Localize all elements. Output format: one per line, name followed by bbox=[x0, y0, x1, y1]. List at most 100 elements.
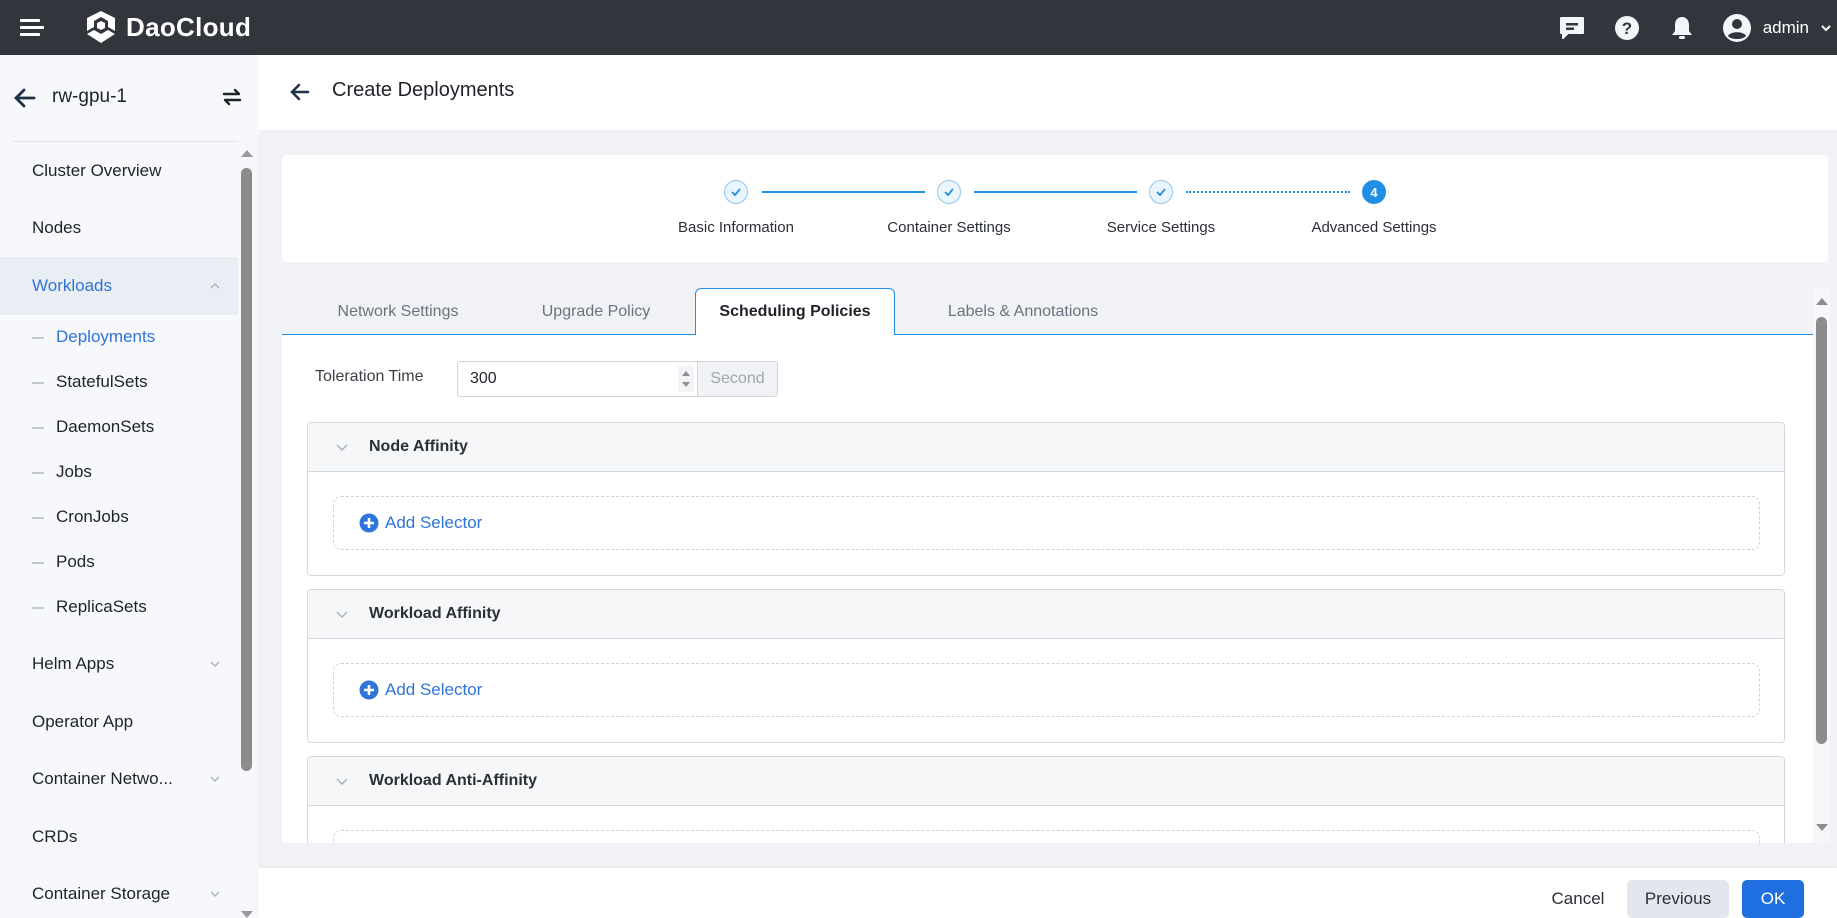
page-header: Create Deployments bbox=[258, 55, 1837, 130]
sidebar-item-label: Nodes bbox=[32, 218, 82, 238]
sidebar-item-label: CRDs bbox=[32, 826, 78, 846]
dash-icon bbox=[32, 562, 44, 564]
sidebar-item-operator-app[interactable]: Operator App bbox=[0, 693, 238, 751]
content-scrollbar[interactable] bbox=[1813, 288, 1830, 843]
tab-bar: Network Settings Upgrade Policy Scheduli… bbox=[282, 288, 1813, 336]
back-arrow-icon[interactable] bbox=[12, 85, 38, 111]
chevron-down-icon bbox=[210, 661, 220, 668]
back-arrow-icon[interactable] bbox=[288, 80, 312, 104]
scroll-down-icon[interactable] bbox=[241, 911, 253, 918]
increment-icon[interactable] bbox=[682, 371, 690, 376]
sidebar-item-statefulsets[interactable]: StatefulSets bbox=[0, 360, 238, 405]
sidebar-item-cluster-overview[interactable]: Cluster Overview bbox=[0, 142, 238, 200]
help-icon[interactable]: ? bbox=[1611, 12, 1643, 44]
chevron-down-icon bbox=[1821, 24, 1831, 31]
sidebar-item-label: Pods bbox=[56, 552, 95, 571]
sidebar-item-replicasets[interactable]: ReplicaSets bbox=[0, 585, 238, 630]
sidebar-item-label: CronJobs bbox=[56, 507, 129, 526]
dash-icon bbox=[32, 337, 44, 339]
sidebar-item-container-storage[interactable]: Container Storage bbox=[0, 866, 238, 918]
sidebar-item-pods[interactable]: Pods bbox=[0, 540, 238, 585]
toleration-unit: Second bbox=[698, 361, 778, 397]
sidebar-nav: Cluster Overview Nodes Workloads Deploym… bbox=[0, 142, 238, 918]
chevron-down-icon bbox=[336, 611, 348, 618]
step-label: Basic Information bbox=[678, 219, 794, 236]
workload-anti-affinity-panel: Workload Anti-Affinity Add Selector bbox=[307, 756, 1785, 843]
sidebar-item-label: Deployments bbox=[56, 327, 156, 346]
step-label: Service Settings bbox=[1106, 219, 1216, 236]
workload-affinity-header[interactable]: Workload Affinity bbox=[308, 590, 1784, 639]
panel-title: Node Affinity bbox=[369, 438, 468, 455]
scroll-up-icon[interactable] bbox=[1816, 298, 1828, 305]
chevron-down-icon bbox=[210, 891, 220, 898]
node-affinity-header[interactable]: Node Affinity bbox=[308, 423, 1784, 472]
sidebar-item-label: Container Netwo... bbox=[32, 769, 173, 789]
workload-affinity-panel: Workload Affinity Add Selector bbox=[307, 589, 1785, 743]
scheduling-policies-content: Toleration Time Second Node Affinity Add… bbox=[282, 335, 1813, 843]
sidebar-item-label: Container Storage bbox=[32, 884, 170, 904]
dash-icon bbox=[32, 517, 44, 519]
sidebar-scrollbar[interactable] bbox=[238, 150, 254, 918]
stepper: Basic Information Container Settings Ser… bbox=[282, 155, 1828, 262]
check-icon bbox=[1149, 180, 1173, 204]
sidebar-item-crds[interactable]: CRDs bbox=[0, 808, 238, 866]
scrollbar-thumb[interactable] bbox=[1816, 317, 1827, 744]
menu-icon[interactable] bbox=[18, 14, 44, 40]
number-stepper[interactable] bbox=[678, 366, 694, 392]
decrement-icon[interactable] bbox=[682, 382, 690, 387]
toleration-time-field[interactable] bbox=[457, 361, 698, 397]
scrollbar-thumb[interactable] bbox=[241, 168, 252, 771]
dash-icon bbox=[32, 382, 44, 384]
step-label: Advanced Settings bbox=[1311, 219, 1437, 236]
step-connector bbox=[1186, 191, 1350, 193]
previous-button[interactable]: Previous bbox=[1627, 880, 1729, 918]
switch-cluster-icon[interactable] bbox=[220, 85, 244, 109]
ok-button[interactable]: OK bbox=[1742, 880, 1804, 918]
add-selector-label: Add Selector bbox=[385, 680, 483, 699]
dash-icon bbox=[32, 607, 44, 609]
sidebar-item-workloads[interactable]: Workloads bbox=[0, 257, 238, 315]
step-connector bbox=[762, 191, 925, 193]
toleration-time-input[interactable] bbox=[470, 369, 660, 389]
sidebar-item-cronjobs[interactable]: CronJobs bbox=[0, 495, 238, 540]
sidebar-item-container-network[interactable]: Container Netwo... bbox=[0, 751, 238, 809]
add-selector-button[interactable]: Add Selector bbox=[333, 830, 1760, 843]
sidebar-item-daemonsets[interactable]: DaemonSets bbox=[0, 405, 238, 450]
sidebar-item-label: Jobs bbox=[56, 462, 92, 481]
tab-labels-annotations[interactable]: Labels & Annotations bbox=[895, 288, 1151, 335]
page-title: Create Deployments bbox=[332, 79, 515, 101]
user-avatar-icon bbox=[1722, 13, 1751, 42]
tab-scheduling-policies[interactable]: Scheduling Policies bbox=[695, 288, 895, 336]
sidebar-item-jobs[interactable]: Jobs bbox=[0, 450, 238, 495]
panel-title: Workload Anti-Affinity bbox=[369, 772, 537, 789]
scroll-down-icon[interactable] bbox=[1816, 824, 1828, 831]
user-menu[interactable]: admin bbox=[1721, 12, 1833, 44]
brand-name: DaoCloud bbox=[126, 11, 252, 42]
user-name: admin bbox=[1762, 17, 1809, 37]
bell-icon[interactable] bbox=[1666, 12, 1698, 44]
sidebar-item-deployments[interactable]: Deployments bbox=[0, 315, 238, 360]
message-icon[interactable] bbox=[1556, 12, 1588, 44]
cluster-name: rw-gpu-1 bbox=[52, 86, 127, 107]
add-selector-button[interactable]: Add Selector bbox=[333, 663, 1760, 717]
chevron-down-icon bbox=[336, 778, 348, 785]
sidebar-item-label: Cluster Overview bbox=[32, 160, 162, 180]
top-bar: DaoCloud ? admin bbox=[0, 0, 1837, 55]
tab-upgrade-policy[interactable]: Upgrade Policy bbox=[514, 288, 678, 335]
workload-anti-affinity-header[interactable]: Workload Anti-Affinity bbox=[308, 757, 1784, 806]
panel-title: Workload Affinity bbox=[369, 605, 501, 622]
step-label: Container Settings bbox=[887, 219, 1011, 236]
step-number: 4 bbox=[1362, 180, 1386, 204]
tab-network-settings[interactable]: Network Settings bbox=[282, 288, 514, 335]
scroll-up-icon[interactable] bbox=[241, 150, 253, 157]
sidebar-item-nodes[interactable]: Nodes bbox=[0, 200, 238, 258]
cancel-button[interactable]: Cancel bbox=[1538, 880, 1618, 918]
toleration-time-label: Toleration Time bbox=[315, 368, 424, 385]
sidebar-item-helm-apps[interactable]: Helm Apps bbox=[0, 636, 238, 694]
check-icon bbox=[937, 180, 961, 204]
sidebar-item-label: Helm Apps bbox=[32, 654, 115, 674]
logo[interactable]: DaoCloud bbox=[84, 6, 251, 48]
sidebar-item-label: Workloads bbox=[32, 275, 112, 295]
add-selector-button[interactable]: Add Selector bbox=[333, 496, 1760, 550]
chevron-down-icon bbox=[210, 776, 220, 783]
